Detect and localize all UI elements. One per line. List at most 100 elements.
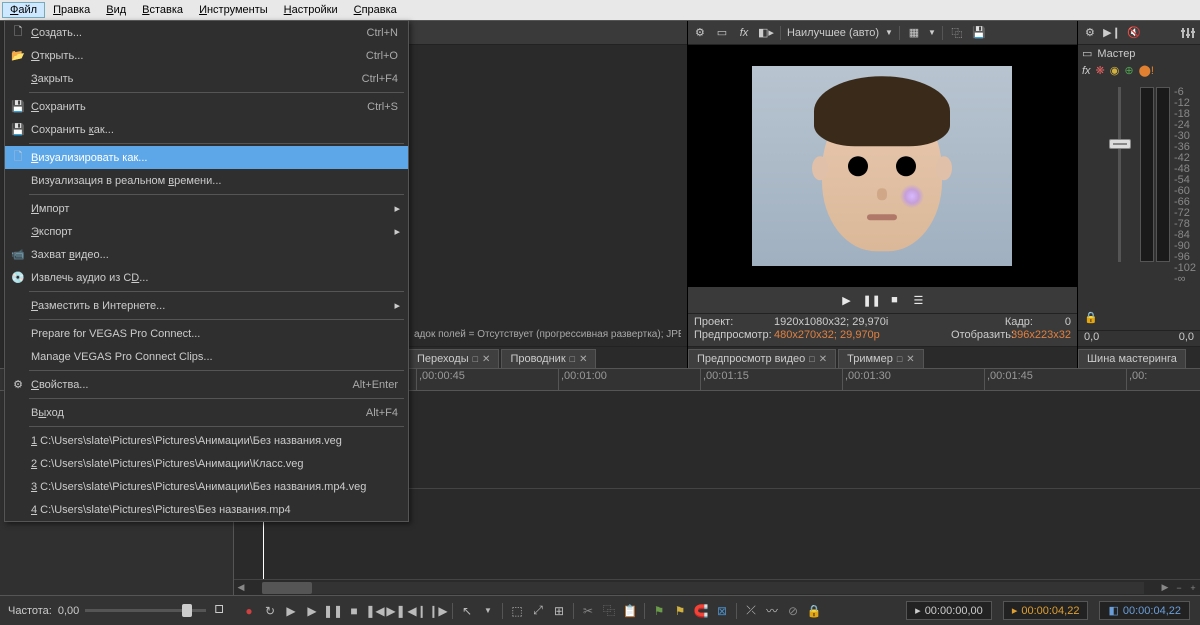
downmix-icon[interactable]: ⊕ xyxy=(1124,64,1133,77)
scrollbar-thumb[interactable] xyxy=(262,582,312,594)
go-end-button[interactable]: ▶❚ xyxy=(387,602,405,620)
marker-icon[interactable]: ⚑ xyxy=(650,602,668,620)
automation-icon[interactable]: ❋ xyxy=(1096,64,1105,77)
split-screen-icon[interactable]: ◧▸ xyxy=(758,25,774,41)
menu-item[interactable]: 4 C:\Users\slate\Pictures\Pictures\Без н… xyxy=(5,498,408,521)
close-icon[interactable]: ✕ xyxy=(579,354,587,365)
chevron-down-icon[interactable]: ▼ xyxy=(885,28,893,37)
selection-tool-icon[interactable]: ⬚ xyxy=(508,602,526,620)
tab-предпросмотр-видео[interactable]: Предпросмотр видео □ ✕ xyxy=(688,349,836,368)
close-icon[interactable]: ✕ xyxy=(819,354,827,365)
gear-icon[interactable]: ⚙ xyxy=(1082,25,1098,41)
close-icon[interactable]: ✕ xyxy=(482,354,490,365)
play-start-button[interactable]: ▶ xyxy=(282,602,300,620)
envelope-tool-icon[interactable]: ⤢ xyxy=(529,602,547,620)
selection-end[interactable]: ◧00:00:04,22 xyxy=(1099,601,1190,620)
paste-icon[interactable]: 📋 xyxy=(621,602,639,620)
undock-icon[interactable]: □ xyxy=(897,354,902,364)
menu-item[interactable]: ⚙Свойства...Alt+Enter xyxy=(5,373,408,396)
undock-icon[interactable]: □ xyxy=(473,354,478,364)
rate-thumb[interactable] xyxy=(182,604,192,617)
play-button[interactable]: ▶ xyxy=(838,294,854,307)
grid-icon[interactable]: ▦ xyxy=(906,25,922,41)
menu-правка[interactable]: Правка xyxy=(45,2,98,18)
external-monitor-icon[interactable]: ▭ xyxy=(714,25,730,41)
menu-item[interactable]: 💾СохранитьCtrl+S xyxy=(5,95,408,118)
dim-icon[interactable]: ◉ xyxy=(1110,64,1120,77)
menu-item[interactable]: Визуализация в реальном времени... xyxy=(5,169,408,192)
menu-вставка[interactable]: Вставка xyxy=(134,2,191,18)
tab-проводник[interactable]: Проводник □ ✕ xyxy=(501,349,596,368)
next-frame-button[interactable]: ❙▶ xyxy=(429,602,447,620)
loop-button[interactable]: ↻ xyxy=(261,602,279,620)
rate-slider[interactable] xyxy=(85,609,206,612)
output-icon[interactable]: ⬤! xyxy=(1139,64,1154,77)
ignore-event-icon[interactable]: ⊘ xyxy=(784,602,802,620)
menu-item[interactable]: Разместить в Интернете...▸ xyxy=(5,294,408,317)
close-icon[interactable]: ✕ xyxy=(906,354,914,365)
copy-icon[interactable]: ⿻ xyxy=(600,602,618,620)
lock-envelopes-icon[interactable]: 🔒 xyxy=(805,602,823,620)
menu-настройки[interactable]: Настройки xyxy=(276,2,346,18)
chevron-down-icon[interactable]: ▼ xyxy=(928,28,936,37)
mixer-icon[interactable] xyxy=(1180,25,1196,41)
rate-reset-icon[interactable]: 🞐 xyxy=(212,604,226,617)
timeline-scrollbar[interactable]: ◀ ▶ − + xyxy=(234,579,1200,595)
tab-триммер[interactable]: Триммер □ ✕ xyxy=(838,349,924,368)
menu-инструменты[interactable]: Инструменты xyxy=(191,2,276,18)
menu-item[interactable]: 💿Извлечь аудио из CD... xyxy=(5,266,408,289)
menu-item[interactable]: 📹Захват видео... xyxy=(5,243,408,266)
undock-icon[interactable]: □ xyxy=(570,354,575,364)
stop-button[interactable]: ■ xyxy=(886,294,902,306)
menu-item[interactable]: 1 C:\Users\slate\Pictures\Pictures\Анима… xyxy=(5,429,408,452)
master-fader[interactable] xyxy=(1100,83,1140,328)
menu-item[interactable]: 🗋Визуализировать как... xyxy=(5,146,408,169)
pause-button[interactable]: ❚❚ xyxy=(862,294,878,307)
menu-item[interactable]: 💾Сохранить как... xyxy=(5,118,408,141)
menu-item[interactable]: Экспорт▸ xyxy=(5,220,408,243)
pause-button[interactable]: ❚❚ xyxy=(324,602,342,620)
menu-item[interactable]: ЗакрытьCtrl+F4 xyxy=(5,67,408,90)
auto-ripple-icon[interactable]: ⊞ xyxy=(550,602,568,620)
cut-icon[interactable]: ✂ xyxy=(579,602,597,620)
menu-item[interactable]: ВыходAlt+F4 xyxy=(5,401,408,424)
menu-item[interactable]: Импорт▸ xyxy=(5,197,408,220)
record-button[interactable]: ● xyxy=(240,602,258,620)
undock-icon[interactable]: □ xyxy=(809,354,814,364)
play-button[interactable]: ▶ xyxy=(303,602,321,620)
fx-icon[interactable]: fx xyxy=(1082,65,1091,77)
snapshot-copy-icon[interactable]: ⿻ xyxy=(949,25,965,41)
menu-вид[interactable]: Вид xyxy=(98,2,134,18)
zoom-out-icon[interactable]: − xyxy=(1172,583,1186,593)
quantize-icon[interactable]: ⊠ xyxy=(713,602,731,620)
menu-файл[interactable]: Файл xyxy=(2,2,45,18)
scroll-right-icon[interactable]: ▶ xyxy=(1158,582,1172,593)
fx-icon[interactable]: fx xyxy=(736,25,752,41)
menu-item[interactable]: 2 C:\Users\slate\Pictures\Pictures\Анима… xyxy=(5,452,408,475)
menu-item[interactable]: 📂Открыть...Ctrl+O xyxy=(5,44,408,67)
crossfade-icon[interactable]: ⤫ xyxy=(742,602,760,620)
preview-quality-dropdown[interactable]: Наилучшее (авто) xyxy=(787,27,879,39)
tab-mastering-bus[interactable]: Шина мастеринга xyxy=(1078,349,1186,368)
normal-tool-button[interactable]: ↖ xyxy=(458,602,476,620)
menu-button[interactable]: ☰ xyxy=(910,294,926,307)
zoom-in-icon[interactable]: + xyxy=(1186,583,1200,593)
menu-item[interactable]: 🗋Создать...Ctrl+N xyxy=(5,21,408,44)
tool-dropdown-icon[interactable]: ▼ xyxy=(479,602,497,620)
menu-справка[interactable]: Справка xyxy=(346,2,405,18)
insert-bus-icon[interactable]: ▶❙ xyxy=(1104,25,1120,41)
snap-icon[interactable]: 🧲 xyxy=(692,602,710,620)
snapshot-save-icon[interactable]: 💾 xyxy=(971,25,987,41)
region-icon[interactable]: ⚑ xyxy=(671,602,689,620)
scroll-left-icon[interactable]: ◀ xyxy=(234,582,248,593)
tab-переходы[interactable]: Переходы □ ✕ xyxy=(408,349,499,368)
selection-start[interactable]: ▸00:00:04,22 xyxy=(1003,601,1089,620)
prev-frame-button[interactable]: ◀❙ xyxy=(408,602,426,620)
cursor-position[interactable]: ▸00:00:00,00 xyxy=(906,601,992,620)
stop-button[interactable]: ■ xyxy=(345,602,363,620)
gear-icon[interactable]: ⚙ xyxy=(692,25,708,41)
menu-item[interactable]: Prepare for VEGAS Pro Connect... xyxy=(5,322,408,345)
lock-icon[interactable]: 🔒 xyxy=(1084,311,1098,324)
go-start-button[interactable]: ❚◀ xyxy=(366,602,384,620)
mute-icon[interactable]: 🔇 xyxy=(1126,25,1142,41)
